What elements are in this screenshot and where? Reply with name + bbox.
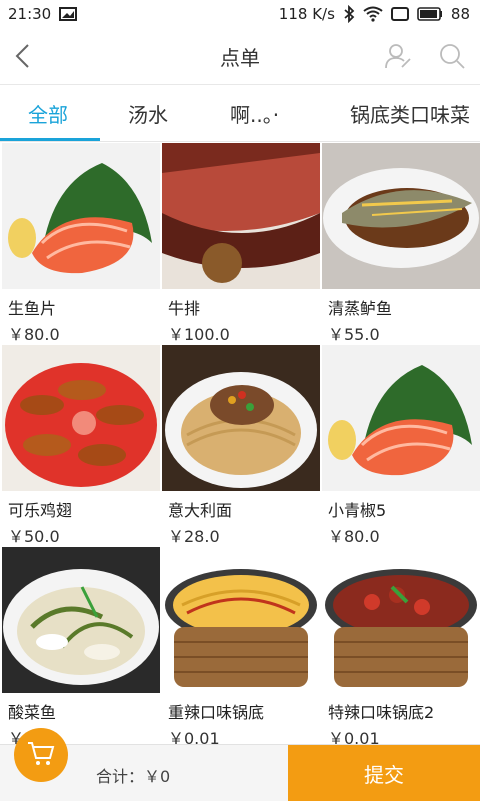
product-card[interactable]: 清蒸鲈鱼 ￥55.0 <box>322 143 480 345</box>
screen-icon <box>390 7 409 21</box>
product-image-hotpot-extra-spicy <box>322 547 480 693</box>
product-name: 牛排 <box>168 299 201 318</box>
notification-icon <box>59 7 78 21</box>
product-price: ￥80.0 <box>328 527 380 546</box>
product-name: 小青椒5 <box>328 501 387 520</box>
product-grid: 生鱼片 ￥80.0 牛排 ￥100.0 清蒸鲈鱼 ￥55.0 可乐鸡翅 ￥50.… <box>0 141 480 745</box>
product-card[interactable]: 可乐鸡翅 ￥50.0 <box>2 345 160 547</box>
product-price: ￥0.01 <box>328 729 380 745</box>
product-name: 酸菜鱼 <box>8 703 57 722</box>
product-image-pickled-fish <box>2 547 160 693</box>
product-image-spaghetti <box>162 345 320 491</box>
back-icon[interactable] <box>10 42 38 70</box>
product-name: 意大利面 <box>168 501 233 520</box>
tab-soup[interactable]: 汤水 <box>128 99 168 128</box>
product-card[interactable]: 生鱼片 ￥80.0 <box>2 143 160 345</box>
title-bar: 点单 <box>0 28 480 85</box>
product-card[interactable]: 小青椒5 ￥80.0 <box>322 345 480 547</box>
product-name: 特辣口味锅底2 <box>328 703 435 722</box>
user-icon[interactable] <box>384 42 412 74</box>
product-image-steamed-fish <box>322 143 480 289</box>
cart-icon <box>26 739 56 771</box>
product-image-hotpot-spicy <box>162 547 320 693</box>
product-card[interactable]: 重辣口味锅底 ￥0.01 <box>162 547 320 745</box>
network-speed: 118 K/s <box>278 5 335 23</box>
total-amount: 合计：￥0 <box>96 767 171 786</box>
product-card[interactable]: 牛排 ￥100.0 <box>162 143 320 345</box>
status-time: 21:30 <box>8 5 52 23</box>
tab-hotpot-dishes[interactable]: 锅底类口味菜 <box>350 99 470 128</box>
submit-button[interactable]: 提交 <box>288 745 480 801</box>
cart-button[interactable] <box>14 728 68 782</box>
product-price: ￥55.0 <box>328 325 380 344</box>
page-title: 点单 <box>220 45 260 70</box>
product-image-steak <box>162 143 320 289</box>
wifi-icon <box>363 6 383 22</box>
product-image-sashimi-2 <box>322 345 480 491</box>
product-name: 可乐鸡翅 <box>8 501 73 520</box>
tab-all[interactable]: 全部 <box>28 99 68 128</box>
tab-misc[interactable]: 啊..。· <box>230 99 279 128</box>
product-name: 重辣口味锅底 <box>168 703 265 722</box>
product-name: 清蒸鲈鱼 <box>328 299 393 318</box>
product-price: ￥0.01 <box>168 729 220 745</box>
product-price: ￥80.0 <box>8 325 60 344</box>
category-tabs: 全部 汤水 啊..。· 锅底类口味菜 <box>0 85 480 142</box>
product-price: ￥28.0 <box>168 527 220 546</box>
battery-level: 88 <box>450 5 470 23</box>
search-icon[interactable] <box>438 42 466 74</box>
product-price: ￥100.0 <box>168 325 230 344</box>
product-image-cola-wings <box>2 345 160 491</box>
status-bar: 21:30 118 K/s 88 <box>0 0 480 28</box>
bluetooth-icon <box>343 5 355 23</box>
product-price: ￥50.0 <box>8 527 60 546</box>
battery-icon <box>417 7 443 21</box>
bottom-bar: 合计：￥0 提交 <box>0 744 480 801</box>
product-image-sashimi <box>2 143 160 289</box>
product-name: 生鱼片 <box>8 299 57 318</box>
product-card[interactable]: 特辣口味锅底2 ￥0.01 <box>322 547 480 745</box>
product-card[interactable]: 酸菜鱼 ￥50.0 <box>2 547 160 745</box>
product-card[interactable]: 意大利面 ￥28.0 <box>162 345 320 547</box>
